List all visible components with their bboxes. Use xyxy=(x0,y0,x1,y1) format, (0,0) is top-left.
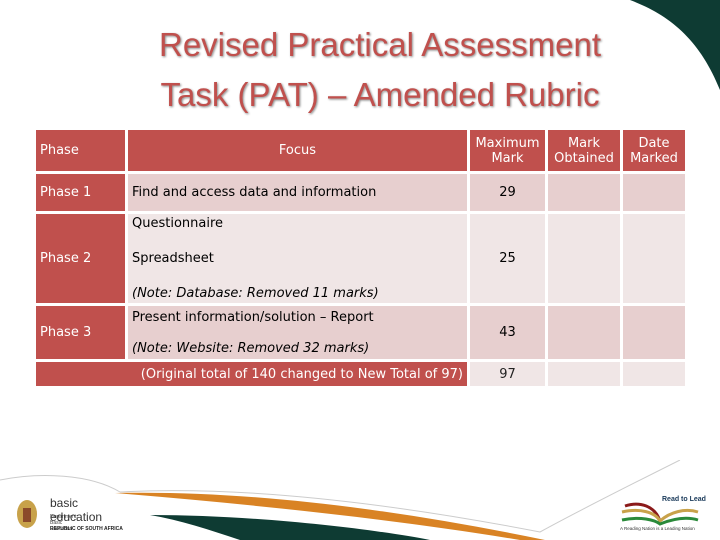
focus-item: Present information/solution – Report xyxy=(132,309,374,325)
date-marked-cell[interactable] xyxy=(623,174,685,211)
mark-obtained-cell[interactable] xyxy=(548,214,620,303)
title-line-1: Revised Practical Assessment xyxy=(158,26,601,63)
total-mark-obtained-cell[interactable] xyxy=(548,362,620,386)
logo-line3: REPUBLIC OF SOUTH AFRICA xyxy=(50,526,123,532)
table-row: Phase 2 Questionnaire Spreadsheet (Note:… xyxy=(36,214,685,303)
logo-name: Read to Lead xyxy=(662,496,706,503)
rubric-table: Phase Focus Maximum Mark Mark Obtained D… xyxy=(33,127,688,389)
focus-cell: Find and access data and information xyxy=(128,174,467,211)
focus-cell: Present information/solution – Report (N… xyxy=(128,306,467,359)
total-row: (Original total of 140 changed to New To… xyxy=(36,362,685,386)
phase-cell: Phase 2 xyxy=(36,214,125,303)
focus-item: Questionnaire xyxy=(132,216,224,231)
coat-of-arms-icon xyxy=(17,500,37,528)
title-line-2: Task (PAT) – Amended Rubric xyxy=(160,76,600,113)
header-phase: Phase xyxy=(36,130,125,171)
phase-cell: Phase 3 xyxy=(36,306,125,359)
mark-obtained-cell[interactable] xyxy=(548,174,620,211)
focus-note: (Note: Database: Removed 11 marks) xyxy=(132,286,379,301)
focus-note: (Note: Website: Removed 32 marks) xyxy=(132,340,370,356)
header-row: Phase Focus Maximum Mark Mark Obtained D… xyxy=(36,130,685,171)
header-max-mark: Maximum Mark xyxy=(470,130,545,171)
max-mark-cell: 43 xyxy=(470,306,545,359)
date-marked-cell[interactable] xyxy=(623,214,685,303)
header-focus: Focus xyxy=(128,130,467,171)
max-mark-cell: 25 xyxy=(470,214,545,303)
phase-cell: Phase 1 xyxy=(36,174,125,211)
logo-tagline: A Reading Nation is a Leading Nation xyxy=(620,526,695,531)
basic-education-logo: basic education Department: Basic Educat… xyxy=(14,492,123,535)
read-to-lead-logo: Read to Lead A Reading Nation is a Leadi… xyxy=(620,492,712,536)
focus-cell: Questionnaire Spreadsheet (Note: Databas… xyxy=(128,214,467,303)
focus-item: Spreadsheet xyxy=(132,251,214,266)
mark-obtained-cell[interactable] xyxy=(548,306,620,359)
header-mark-obtained: Mark Obtained xyxy=(548,130,620,171)
table-row: Phase 1 Find and access data and informa… xyxy=(36,174,685,211)
total-date-marked-cell[interactable] xyxy=(623,362,685,386)
header-date-marked: Date Marked xyxy=(623,130,685,171)
date-marked-cell[interactable] xyxy=(623,306,685,359)
max-mark-cell: 29 xyxy=(470,174,545,211)
total-max-mark: 97 xyxy=(470,362,545,386)
table-row: Phase 3 Present information/solution – R… xyxy=(36,306,685,359)
total-label: (Original total of 140 changed to New To… xyxy=(36,362,467,386)
